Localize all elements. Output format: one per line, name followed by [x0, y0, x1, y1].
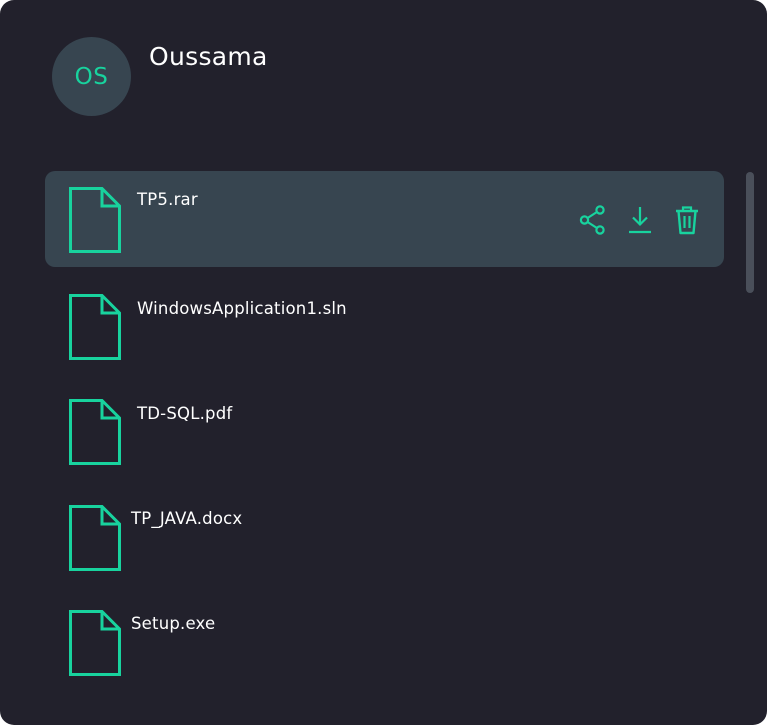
- file-actions: [579, 205, 700, 235]
- file-icon: [69, 505, 121, 571]
- file-name: TP_JAVA.docx: [131, 509, 243, 528]
- file-row[interactable]: TD-SQL.pdf: [45, 383, 724, 479]
- file-row[interactable]: TP_JAVA.docx: [45, 489, 724, 585]
- file-name: Setup.exe: [131, 614, 216, 633]
- trash-icon: [675, 206, 698, 235]
- file-row[interactable]: Setup.exe: [45, 594, 724, 690]
- download-icon: [628, 207, 651, 234]
- avatar-initials: OS: [74, 63, 109, 90]
- share-icon: [579, 205, 605, 235]
- file-name: TD-SQL.pdf: [137, 404, 233, 423]
- file-icon: [69, 399, 121, 465]
- file-panel: OS Oussama TP5.rar WindowsApplication1.s…: [0, 0, 767, 725]
- share-button[interactable]: [579, 205, 606, 235]
- scrollbar-thumb[interactable]: [746, 172, 754, 293]
- file-row[interactable]: WindowsApplication1.sln: [45, 278, 724, 374]
- avatar: OS: [52, 37, 131, 116]
- file-name: WindowsApplication1.sln: [137, 299, 347, 318]
- user-name: Oussama: [149, 42, 268, 71]
- delete-button[interactable]: [673, 205, 700, 235]
- file-row[interactable]: TP5.rar: [45, 171, 724, 267]
- file-icon: [69, 187, 121, 253]
- download-button[interactable]: [626, 205, 653, 235]
- file-icon: [69, 294, 121, 360]
- file-name: TP5.rar: [137, 190, 198, 209]
- file-icon: [69, 610, 121, 676]
